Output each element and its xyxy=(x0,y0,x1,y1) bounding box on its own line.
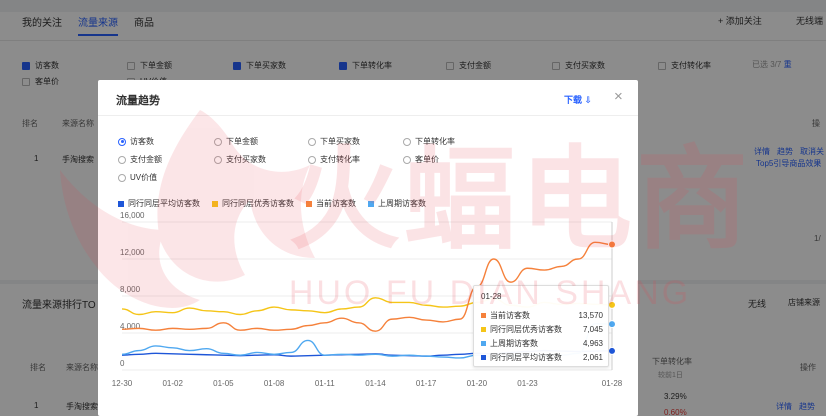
x-tick-label: 01-23 xyxy=(517,379,538,388)
radio-label: 客单价 xyxy=(415,155,439,164)
x-tick-label: 01-28 xyxy=(602,379,623,388)
radio-order-conversion[interactable]: 下单转化率 xyxy=(403,136,455,147)
traffic-trend-modal: 流量趋势 下载 ⇩ × 访客数 下单金额 下单买家数 下单转化率 支付金额 支付… xyxy=(98,80,638,416)
y-tick-label: 16,000 xyxy=(120,212,145,220)
legend-label: 当前访客数 xyxy=(316,199,356,208)
tooltip-value: 13,570 xyxy=(578,311,603,320)
tooltip-swatch xyxy=(481,355,486,360)
radio-button[interactable] xyxy=(118,155,126,164)
tooltip-row: 同行同层优秀访客数 7,045 xyxy=(481,324,603,335)
x-tick-label: 01-14 xyxy=(365,379,386,388)
legend-item[interactable]: 同行同层优秀访客数 xyxy=(212,198,294,209)
tooltip-row: 当前访客数 13,570 xyxy=(481,310,603,321)
x-tick-label: 01-02 xyxy=(162,379,183,388)
tooltip-name: 同行同层平均访客数 xyxy=(490,353,562,362)
radio-uv-value[interactable]: UV价值 xyxy=(118,172,157,183)
legend-label: 同行同层优秀访客数 xyxy=(222,199,294,208)
radio-visitors[interactable]: 访客数 xyxy=(118,136,154,147)
tooltip-swatch xyxy=(481,313,486,318)
radio-button[interactable] xyxy=(214,155,222,164)
y-tick-label: 12,000 xyxy=(120,248,145,257)
download-label: 下载 xyxy=(564,95,583,105)
series-point xyxy=(608,346,616,355)
radio-button[interactable] xyxy=(118,173,126,182)
radio-pay-buyers[interactable]: 支付买家数 xyxy=(214,154,266,165)
radio-label: 访客数 xyxy=(130,137,154,146)
legend-swatch xyxy=(118,200,124,207)
legend-item[interactable]: 同行同层平均访客数 xyxy=(118,198,200,209)
radio-label: 下单买家数 xyxy=(320,137,360,146)
radio-label: UV价值 xyxy=(130,173,158,182)
radio-label: 下单金额 xyxy=(226,137,258,146)
tooltip-date: 01-28 xyxy=(481,292,502,301)
modal-header: 流量趋势 下载 ⇩ × xyxy=(98,80,638,116)
radio-button[interactable] xyxy=(403,137,411,146)
radio-button[interactable] xyxy=(308,137,316,146)
x-tick-label: 01-20 xyxy=(467,379,488,388)
x-tick-label: 12-30 xyxy=(112,379,133,388)
tooltip-swatch xyxy=(481,327,486,332)
radio-label: 支付买家数 xyxy=(226,155,266,164)
radio-button[interactable] xyxy=(214,137,222,146)
legend-swatch xyxy=(368,200,374,207)
tooltip-value: 4,963 xyxy=(582,339,603,348)
tooltip-row: 上周期访客数 4,963 xyxy=(481,338,603,349)
radio-pay-conversion[interactable]: 支付转化率 xyxy=(308,154,360,165)
x-tick-label: 01-05 xyxy=(213,379,234,388)
x-tick-label: 01-17 xyxy=(416,379,437,388)
legend-item[interactable]: 当前访客数 xyxy=(306,198,356,209)
tooltip-swatch xyxy=(481,341,486,346)
tooltip-name: 当前访客数 xyxy=(490,311,530,320)
series-point xyxy=(608,320,616,329)
radio-button[interactable] xyxy=(403,155,411,164)
close-icon[interactable]: × xyxy=(614,88,623,105)
legend-swatch xyxy=(306,200,312,207)
radio-label: 支付转化率 xyxy=(320,155,360,164)
radio-label: 支付金额 xyxy=(130,155,162,164)
tooltip-value: 7,045 xyxy=(582,325,603,334)
legend-item[interactable]: 上周期访客数 xyxy=(368,198,426,209)
tooltip-value: 2,061 xyxy=(582,353,603,362)
radio-order-buyers[interactable]: 下单买家数 xyxy=(308,136,360,147)
x-tick-label: 01-11 xyxy=(315,379,335,388)
chart-tooltip: 01-28 当前访客数 13,570 同行同层优秀访客数 7,045 上周期访客… xyxy=(473,285,609,367)
radio-pay-amount[interactable]: 支付金额 xyxy=(118,154,162,165)
radio-button[interactable] xyxy=(118,137,126,146)
x-tick-label: 01-08 xyxy=(264,379,285,388)
modal-title: 流量趋势 xyxy=(116,95,160,107)
chart-legend: 同行同层平均访客数 同行同层优秀访客数 当前访客数 上周期访客数 xyxy=(118,198,426,209)
series-point xyxy=(608,240,616,249)
download-icon: ⇩ xyxy=(584,95,593,105)
legend-swatch xyxy=(212,200,218,207)
radio-label: 下单转化率 xyxy=(415,137,455,146)
legend-label: 上周期访客数 xyxy=(378,199,426,208)
tooltip-name: 同行同层优秀访客数 xyxy=(490,325,562,334)
y-tick-label: 0 xyxy=(120,359,125,368)
tooltip-row: 同行同层平均访客数 2,061 xyxy=(481,352,603,363)
tooltip-name: 上周期访客数 xyxy=(490,339,538,348)
radio-order-amount[interactable]: 下单金额 xyxy=(214,136,258,147)
legend-label: 同行同层平均访客数 xyxy=(128,199,200,208)
download-button[interactable]: 下载 ⇩ xyxy=(564,93,592,106)
radio-button[interactable] xyxy=(308,155,316,164)
radio-unit-price[interactable]: 客单价 xyxy=(403,154,439,165)
series-point xyxy=(608,300,616,309)
y-tick-label: 8,000 xyxy=(120,285,141,294)
